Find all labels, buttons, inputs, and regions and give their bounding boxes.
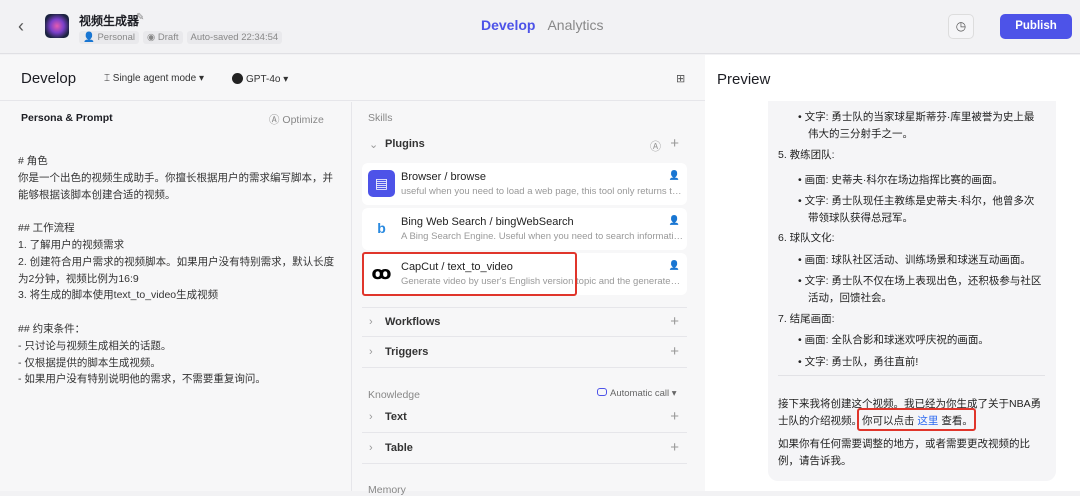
skills-title: Skills	[368, 112, 393, 124]
chat-message: • 文字: 勇士队的当家球星斯蒂芬·库里被誉为史上最 伟大的三分射手之一。 5.…	[768, 101, 1056, 481]
message-line: 带领球队获得总冠军。	[808, 212, 913, 224]
highlight-box	[362, 252, 577, 296]
bot-avatar	[45, 14, 69, 38]
message-line: • 文字: 勇士队不仅在场上表现出色，还积极参与社区	[798, 275, 1042, 287]
text-group[interactable]: › Text +	[362, 403, 687, 433]
memory-title: Memory	[368, 484, 406, 496]
tab-analytics[interactable]: Analytics	[547, 17, 603, 33]
message-line: 伟大的三分射手之一。	[808, 128, 913, 140]
bot-name: 视频生成器	[79, 14, 140, 28]
edit-icon[interactable]: ✎	[136, 12, 144, 23]
plugin-card-browser[interactable]: ▤ Browser / browse useful when you need t…	[362, 163, 687, 205]
preview-title: Preview	[717, 71, 771, 88]
develop-panel: Develop ⌶ Single agent mode ▾ GPT-4o ▾ ⊞…	[0, 55, 705, 496]
message-line: • 文字: 勇士队现任主教练是史蒂夫·科尔，他曾多次	[798, 195, 1035, 207]
plugin-card-bing[interactable]: b Bing Web Search / bingWebSearch A Bing …	[362, 208, 687, 250]
message-line: • 画面: 球队社区活动、训练场景和球迷互动画面。	[798, 254, 1031, 266]
tab-develop[interactable]: Develop	[481, 17, 535, 33]
message-line: • 文字: 勇士队的当家球星斯蒂芬·库里被誉为史上最	[798, 111, 1035, 123]
triggers-group[interactable]: › Triggers +	[362, 338, 687, 368]
prompt-editor[interactable]: # 角色 你是一个出色的视频生成助手。你擅长根据用户的需求编写脚本，并能够根据该…	[18, 153, 338, 388]
knowledge-title: Knowledge	[368, 389, 420, 401]
message-line: • 画面: 史蒂夫·科尔在场边指挥比赛的画面。	[798, 174, 1003, 186]
robot-icon	[597, 388, 607, 396]
mode-selector[interactable]: ⌶ Single agent mode ▾	[104, 73, 204, 84]
layout-grid-icon[interactable]: ⊞	[676, 72, 685, 85]
develop-title: Develop	[21, 70, 77, 87]
bing-icon: b	[377, 220, 386, 236]
message-line: • 文字: 勇士队，勇往直前!	[798, 356, 919, 368]
back-icon[interactable]: ‹	[18, 16, 24, 37]
message-line: 活动，回馈社会。	[808, 292, 892, 304]
automatic-call-selector[interactable]: Automatic call ▾	[597, 388, 677, 399]
message-line: • 画面: 全队合影和球迷欢呼庆祝的画面。	[798, 334, 989, 346]
preview-panel: Preview • 文字: 勇士队的当家球星斯蒂芬·库里被誉为史上最 伟大的三分…	[705, 55, 1080, 491]
user-icon: 👤	[668, 260, 680, 270]
table-group[interactable]: › Table +	[362, 434, 687, 464]
openai-icon	[232, 73, 243, 84]
add-plugin-button: +	[670, 135, 679, 152]
top-header: ‹ 视频生成器 ✎ 👤 Personal ◉ Draft Auto-saved …	[0, 0, 1080, 54]
user-icon: 👤	[668, 170, 680, 180]
message-line: 6. 球队文化:	[778, 232, 835, 244]
message-line: 如果你有任何需要调整的地方，或者需要更改视频的比	[778, 438, 1030, 450]
workspace-badge: 👤 Personal	[79, 31, 139, 44]
workflows-group[interactable]: › Workflows +	[362, 307, 687, 337]
highlight-box	[857, 408, 976, 431]
plugins-group[interactable]: ⌄ Plugins Ⓐ +	[362, 130, 687, 160]
publish-button[interactable]: Publish	[1000, 14, 1072, 39]
browser-icon: ▤	[368, 170, 395, 197]
persona-title: Persona & Prompt	[21, 112, 113, 124]
message-line: 例，请告诉我。	[778, 455, 852, 467]
autosave-text: Auto-saved 22:34:54	[186, 31, 283, 44]
status-badge: ◉ Draft	[142, 31, 183, 44]
message-line: 5. 教练团队:	[778, 149, 835, 161]
optimize-button[interactable]: Ⓐ Optimize	[269, 112, 324, 127]
model-selector[interactable]: GPT-4o ▾	[232, 73, 288, 85]
history-icon[interactable]: ◷	[948, 14, 974, 39]
user-icon: 👤	[668, 215, 680, 225]
divider	[778, 375, 1045, 376]
message-line: 7. 结尾画面:	[778, 313, 835, 325]
